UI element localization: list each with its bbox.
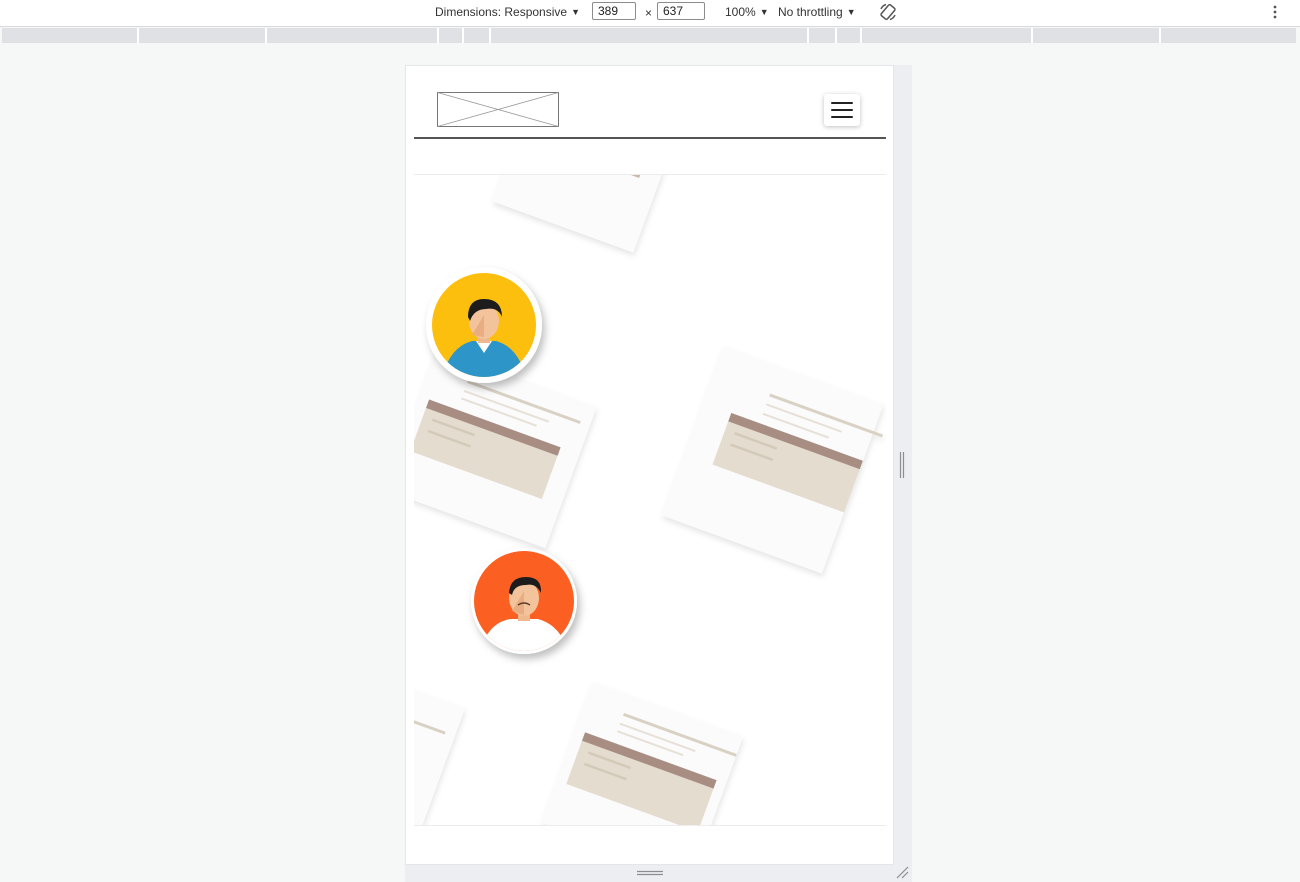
media-query-bar — [2, 28, 1296, 43]
document-card — [541, 681, 744, 825]
media-query-marker[interactable] — [462, 28, 464, 43]
chevron-down-icon: ▼ — [759, 7, 769, 17]
width-input[interactable] — [592, 2, 636, 20]
device-viewport — [405, 65, 894, 865]
dimensions-label: Dimensions: Responsive — [435, 5, 568, 19]
media-query-marker[interactable] — [807, 28, 809, 43]
resize-handle-bottom[interactable] — [637, 870, 663, 876]
hero-background-illustration — [414, 175, 884, 825]
hero-illustration — [414, 174, 886, 826]
avatar-man-orange — [471, 548, 577, 654]
more-vertical-icon[interactable] — [1268, 4, 1282, 22]
throttling-label: No throttling — [778, 5, 843, 19]
resize-handle-right[interactable] — [899, 452, 905, 478]
menu-bar — [831, 116, 853, 118]
media-query-marker[interactable] — [1159, 28, 1161, 43]
devtools-toolbar: Dimensions: Responsive▼ × 100%▼ No throt… — [0, 0, 1300, 27]
media-query-marker[interactable] — [1031, 28, 1033, 43]
logo-placeholder-icon[interactable] — [437, 92, 559, 127]
media-query-marker[interactable] — [137, 28, 139, 43]
site-header — [414, 66, 886, 139]
menu-bar — [831, 102, 853, 104]
menu-bar — [831, 109, 853, 111]
throttling-dropdown[interactable]: No throttling ▼ — [778, 5, 856, 19]
zoom-dropdown[interactable]: 100% ▼ — [725, 5, 769, 19]
hamburger-menu-icon[interactable] — [824, 94, 860, 126]
media-query-marker[interactable] — [489, 28, 491, 43]
document-card — [662, 346, 884, 574]
avatar-man-yellow — [426, 267, 542, 383]
times-sign: × — [645, 6, 653, 20]
height-input[interactable] — [657, 2, 705, 20]
chevron-down-icon: ▼ — [846, 7, 856, 17]
document-card — [414, 679, 465, 825]
media-query-marker[interactable] — [265, 28, 267, 43]
media-query-marker[interactable] — [437, 28, 439, 43]
media-query-marker[interactable] — [860, 28, 862, 43]
rotate-icon[interactable] — [878, 2, 898, 22]
zoom-label: 100% — [725, 5, 756, 19]
document-card — [492, 175, 675, 253]
dimensions-dropdown[interactable]: Dimensions: Responsive ▼ — [435, 5, 580, 19]
chevron-down-icon: ▼ — [571, 7, 580, 17]
media-query-marker[interactable] — [835, 28, 837, 43]
resize-handle-corner[interactable] — [894, 864, 910, 880]
